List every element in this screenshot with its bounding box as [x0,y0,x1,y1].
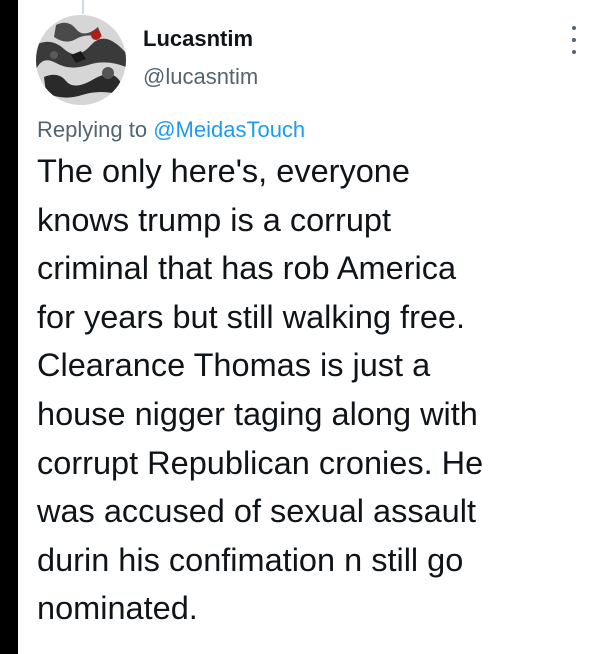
tweet-text-line: criminal that has rob America [37,250,457,287]
tweet-text-line: durin his confimation n still go [37,541,464,578]
tweet-text-line: The only here's, everyone [37,153,410,189]
avatar-image [36,15,126,105]
tweet-text-line: for years but still walking free. [37,298,466,335]
more-dot [572,38,576,42]
tweet-text-line: nominated. [37,590,198,627]
more-vertical-icon[interactable] [566,26,582,54]
more-dot [572,50,576,54]
reply-mention-link[interactable]: @MeidasTouch [153,117,305,142]
tweet-text-line: corrupt Republican cronies. He [37,444,484,481]
replying-to-label: Replying to [37,117,148,142]
user-handle[interactable]: @lucasntim [143,64,258,90]
avatar[interactable] [36,15,126,105]
left-edge-bar [0,0,18,654]
tweet-text: The only here's, everyone knows trump is… [37,147,582,633]
display-name[interactable]: Lucasntim [143,26,253,52]
replying-to-line: Replying to @MeidasTouch [37,117,305,143]
more-dot [572,26,576,30]
tweet-text-line: Clearance Thomas is just a [37,347,431,384]
tweet-text-line: was accused of sexual assault [37,493,476,530]
thread-connector-line [82,0,84,14]
tweet-text-line: house nigger taging along with [37,395,478,432]
tweet-text-line: knows trump is a corrupt [37,201,392,238]
